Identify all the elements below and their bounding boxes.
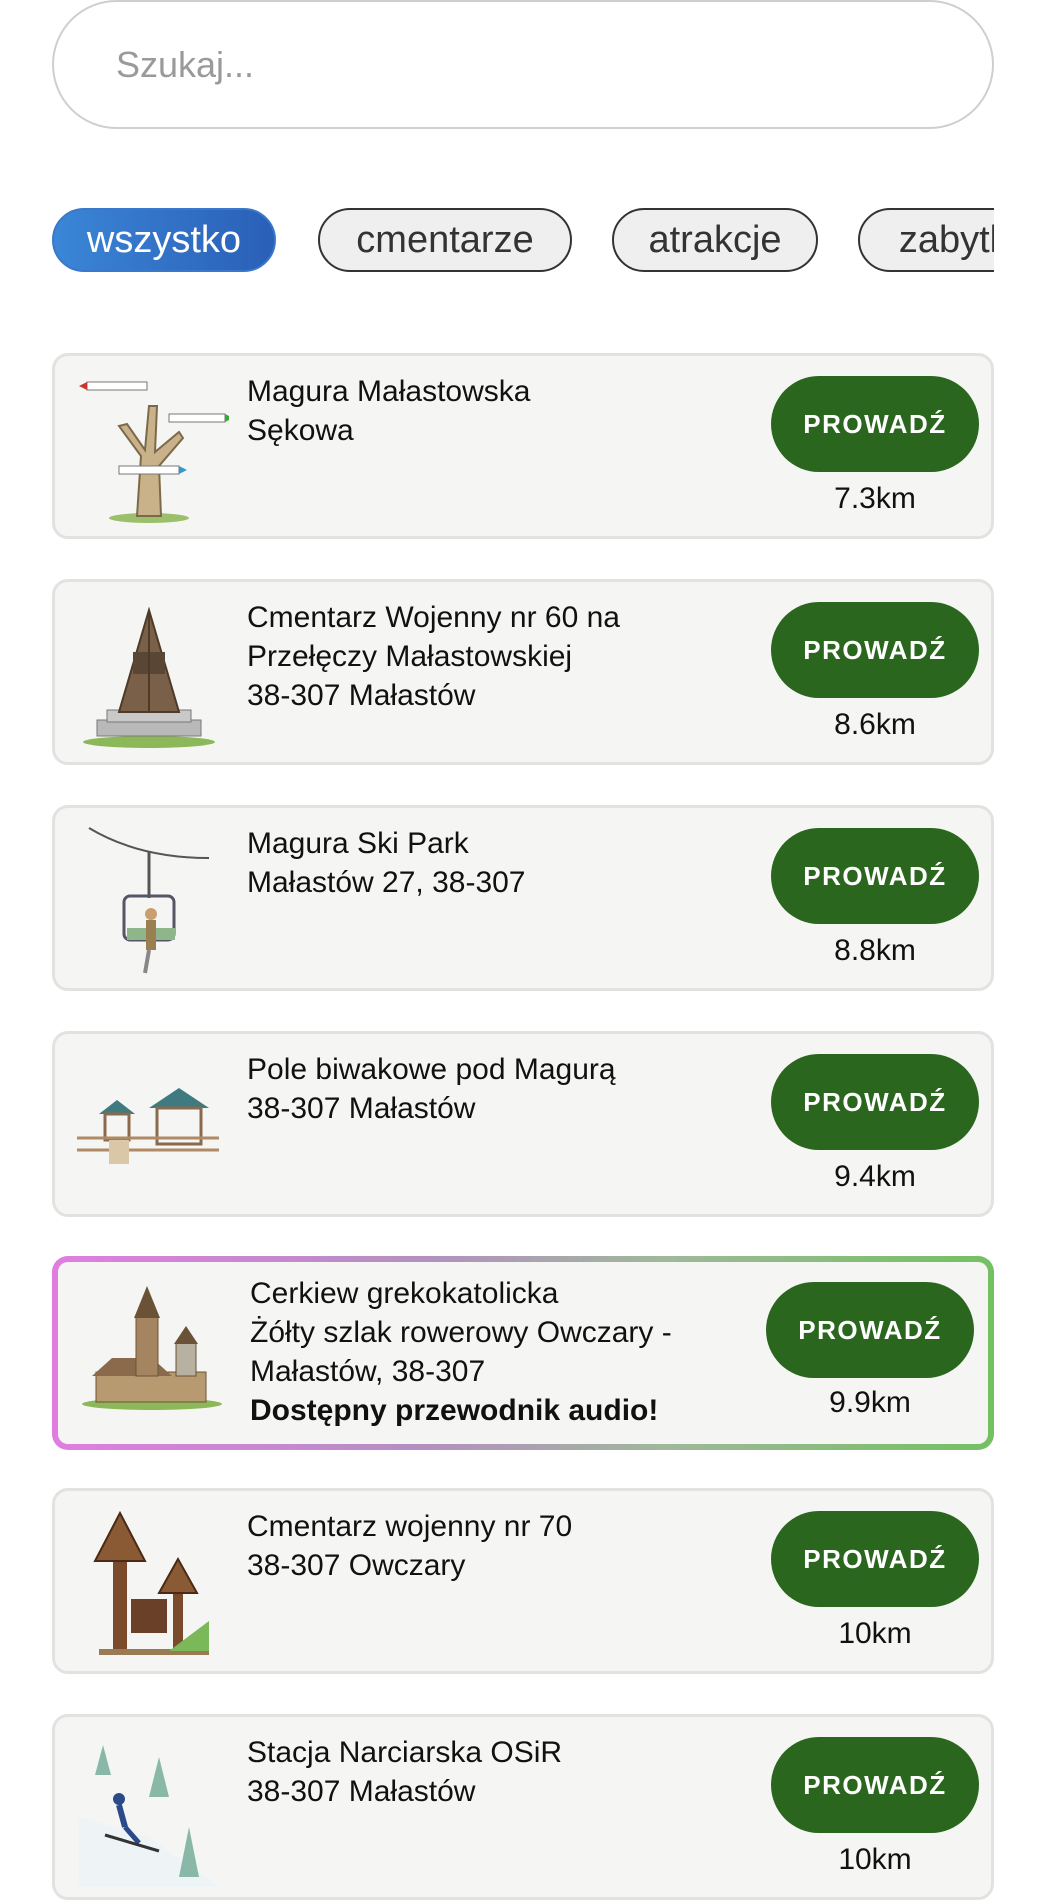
place-info: Magura Małastowska Sękowa (247, 372, 727, 450)
place-address: Sękowa (247, 414, 354, 447)
place-info: Magura Ski Park Małastów 27, 38-307 (247, 824, 727, 902)
navigate-button[interactable]: PROWADŹ (771, 1737, 979, 1833)
distance-label: 8.6km (834, 708, 916, 741)
distance-label: 10km (838, 1843, 912, 1876)
place-card[interactable]: Pole biwakowe pod Magurą 38-307 Małastów… (52, 1031, 994, 1217)
place-card[interactable]: Stacja Narciarska OSiR 38-307 Małastów P… (52, 1714, 994, 1900)
place-name: Cerkiew grekokatolicka (250, 1277, 559, 1310)
place-card-featured[interactable]: Cerkiew grekokatolicka Żółty szlak rower… (52, 1256, 994, 1450)
place-address: Żółty szlak rowerowy Owczary - (250, 1316, 672, 1349)
place-name: Pole biwakowe pod Magurą (247, 1053, 616, 1086)
bell-tower-icon (83, 606, 215, 748)
place-card[interactable]: Magura Małastowska Sękowa PROWADŹ 7.3km (52, 353, 994, 539)
place-name: Magura Ski Park (247, 827, 469, 860)
filter-chips: wszystko cmentarze atrakcje zabytki (52, 208, 994, 276)
audio-guide-label: Dostępny przewodnik audio! (250, 1394, 659, 1427)
navigate-button[interactable]: PROWADŹ (771, 1511, 979, 1607)
place-card[interactable]: Cmentarz wojenny nr 70 38-307 Owczary PR… (52, 1488, 994, 1674)
wooden-church-icon (82, 1286, 222, 1410)
place-address-cont: Małastów, 38-307 (250, 1355, 486, 1388)
distance-label: 9.9km (829, 1386, 911, 1419)
distance-label: 8.8km (834, 934, 916, 967)
place-name-cont: Przełęczy Małastowskiej (247, 640, 573, 673)
place-card[interactable]: Cmentarz Wojenny nr 60 na Przełęczy Mała… (52, 579, 994, 765)
place-address: Małastów 27, 38-307 (247, 866, 526, 899)
wayside-shrine-icon (93, 1510, 209, 1655)
place-name: Cmentarz Wojenny nr 60 na (247, 601, 620, 634)
place-address: 38-307 Małastów (247, 1775, 476, 1808)
place-name: Magura Małastowska (247, 375, 531, 408)
place-info: Cmentarz wojenny nr 70 38-307 Owczary (247, 1507, 727, 1585)
search-bar[interactable] (52, 0, 994, 129)
place-name: Cmentarz wojenny nr 70 (247, 1510, 573, 1543)
place-address: 38-307 Małastów (247, 679, 476, 712)
navigate-button[interactable]: PROWADŹ (771, 376, 979, 472)
place-info: Stacja Narciarska OSiR 38-307 Małastów (247, 1733, 727, 1811)
place-info: Cerkiew grekokatolicka Żółty szlak rower… (250, 1274, 730, 1430)
filter-chip-zabytki[interactable]: zabytki (858, 208, 994, 272)
distance-label: 10km (838, 1617, 912, 1650)
navigate-button[interactable]: PROWADŹ (771, 828, 979, 924)
filter-chip-wszystko[interactable]: wszystko (52, 208, 276, 272)
navigate-button[interactable]: PROWADŹ (771, 602, 979, 698)
chairlift-icon (88, 827, 210, 974)
navigate-button[interactable]: PROWADŹ (766, 1282, 974, 1378)
distance-label: 7.3km (834, 482, 916, 515)
distance-label: 9.4km (834, 1160, 916, 1193)
search-input[interactable] (114, 42, 918, 87)
place-address: 38-307 Małastów (247, 1092, 476, 1125)
place-card[interactable]: Magura Ski Park Małastów 27, 38-307 PROW… (52, 805, 994, 991)
navigate-button[interactable]: PROWADŹ (771, 1054, 979, 1150)
signpost-tree-icon (79, 381, 229, 523)
filter-chip-cmentarze[interactable]: cmentarze (318, 208, 572, 272)
place-info: Pole biwakowe pod Magurą 38-307 Małastów (247, 1050, 727, 1128)
place-address: 38-307 Owczary (247, 1549, 466, 1582)
place-name: Stacja Narciarska OSiR (247, 1736, 563, 1769)
place-info: Cmentarz Wojenny nr 60 na Przełęczy Mała… (247, 598, 727, 715)
filter-chip-atrakcje[interactable]: atrakcje (612, 208, 818, 272)
skier-icon (79, 1745, 219, 1887)
bivouac-shelters-icon (77, 1088, 219, 1164)
